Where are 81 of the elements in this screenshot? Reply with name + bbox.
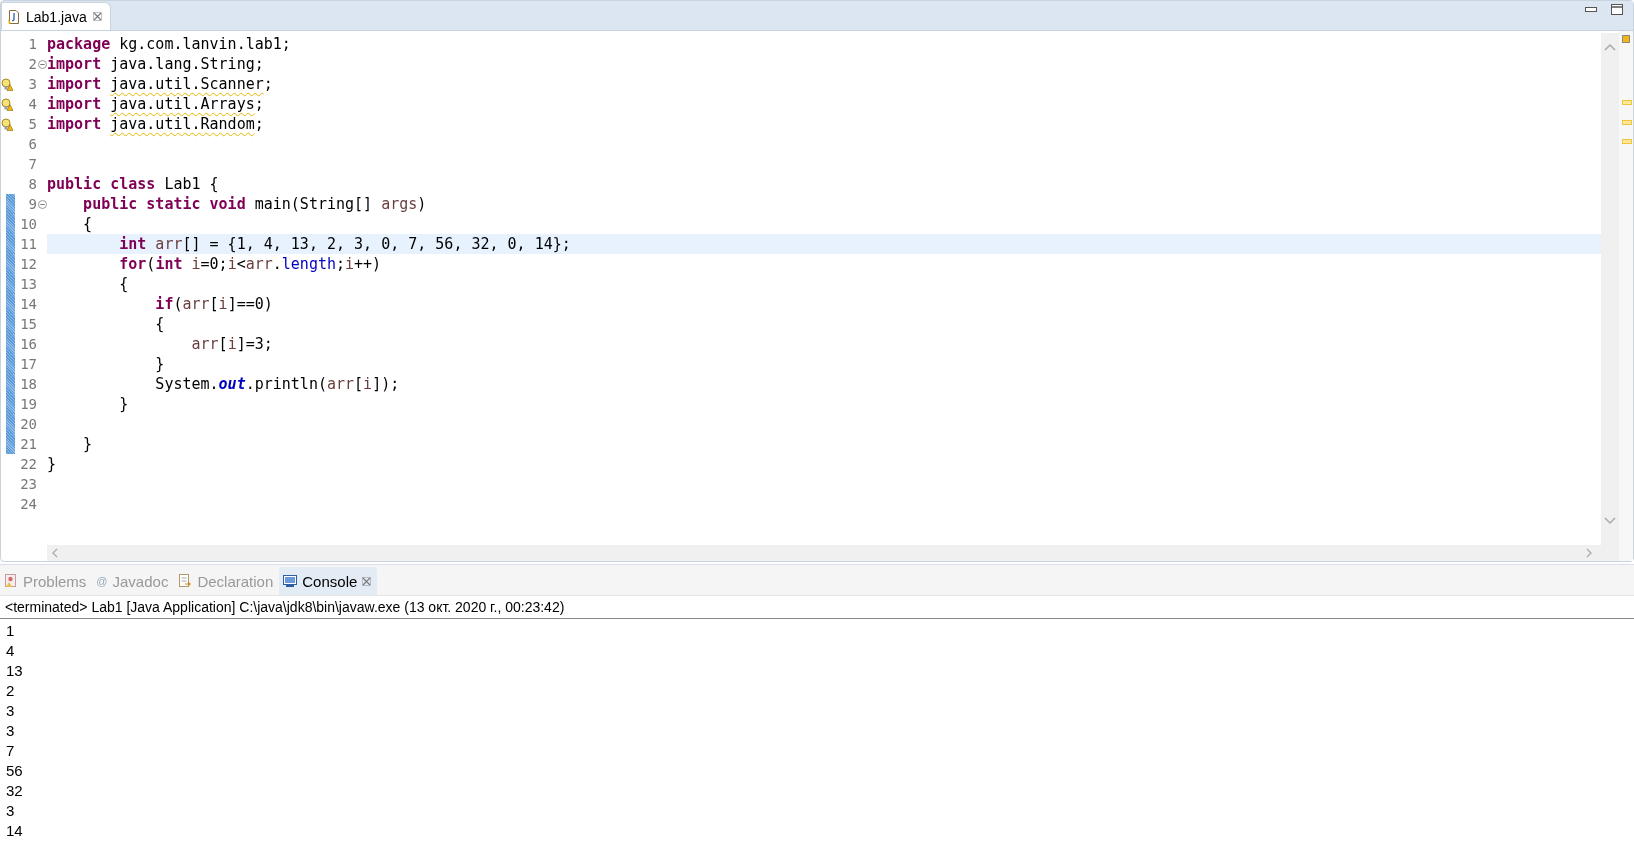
java-file-icon: [8, 9, 20, 24]
line-number: 20: [20, 416, 37, 432]
at-sign-icon: @: [96, 575, 108, 587]
tab[interactable]: Declaration: [174, 567, 280, 595]
scroll-down-icon[interactable]: [1604, 517, 1616, 525]
code-line: if(arr[i]==0): [154, 295, 273, 313]
code-line: import java.util.Random;: [47, 115, 264, 133]
console-output-line: 3: [6, 701, 16, 721]
warning-summary-icon: [1622, 35, 1630, 43]
declaration-icon: [178, 574, 193, 588]
line-number: 2: [28, 56, 37, 72]
line-number: 7: [28, 156, 37, 172]
line-number: 22: [20, 456, 37, 472]
line-number: 21: [20, 436, 37, 452]
code-line: {: [118, 275, 129, 293]
line-number: 14: [20, 296, 37, 312]
code-line: package kg.com.lanvin.lab1;: [47, 35, 291, 53]
code-line: public static void main(String[] args): [82, 195, 427, 213]
tab[interactable]: Problems: [0, 567, 93, 595]
scroll-up-icon[interactable]: [1604, 43, 1616, 51]
code-line: }: [118, 395, 129, 413]
line-number: 15: [20, 316, 37, 332]
vertical-scrollbar[interactable]: [1601, 33, 1619, 561]
line-number: 9: [28, 196, 37, 212]
line-number: 19: [20, 396, 37, 412]
line-number: 11: [20, 236, 37, 252]
code-line: for(int i=0;i<arr.length;i++): [118, 255, 382, 273]
horizontal-scrollbar[interactable]: [47, 545, 1601, 561]
minimize-icon[interactable]: [1585, 6, 1597, 13]
maximize-icon[interactable]: [1611, 4, 1623, 15]
console-output-line: 13: [6, 661, 24, 681]
console-header: <terminated> Lab1 [Java Application] C:\java\jdk8\bin\javaw.exe (13 окт. 2020 г., 00:23:42): [0, 596, 1634, 619]
line-number: 17: [20, 356, 37, 372]
code-line: }: [47, 455, 57, 473]
line-number: 8: [28, 176, 37, 192]
tab[interactable]: Lab1.java: [1, 2, 111, 30]
close-icon[interactable]: [92, 12, 102, 21]
code-line: int arr[] = {1, 4, 13, 2, 3, 0, 7, 56, 32, 0, 14};: [118, 235, 571, 253]
line-number: 3: [28, 76, 37, 92]
collapse-icon[interactable]: [37, 199, 47, 209]
console-output-line: 7: [6, 741, 16, 761]
console-output-line: 3: [6, 721, 16, 741]
line-number: 10: [20, 216, 37, 232]
problems-icon: [4, 574, 18, 588]
code-line: import java.lang.String;: [47, 55, 264, 73]
line-number: 23: [20, 476, 37, 492]
line-number: 6: [28, 136, 37, 152]
collapse-icon[interactable]: [37, 59, 47, 69]
code-line: {: [82, 215, 93, 233]
code-line: }: [154, 355, 165, 373]
console-output-line: 32: [6, 781, 24, 801]
close-icon[interactable]: [362, 576, 372, 586]
line-number: 16: [20, 336, 37, 352]
console-output-line: 56: [6, 761, 24, 781]
line-number: 12: [20, 256, 37, 272]
scroll-left-icon[interactable]: [51, 548, 59, 558]
line-number: 13: [20, 276, 37, 292]
code-line: {: [154, 315, 165, 333]
code-line: System.out.println(arr[i]);: [154, 375, 400, 393]
console-output-line: 14: [6, 821, 24, 841]
line-number: 18: [20, 376, 37, 392]
code-line: }: [82, 435, 93, 453]
console-output-line: 4: [6, 641, 16, 661]
scroll-right-icon[interactable]: [1585, 548, 1593, 558]
code-line: import java.util.Arrays;: [47, 95, 264, 113]
line-number: 4: [28, 96, 37, 112]
code-line: arr[i]=3;: [190, 335, 273, 353]
warning-marker: [1622, 139, 1632, 145]
warning-marker: [1622, 99, 1632, 105]
console-output-line: 3: [6, 801, 16, 821]
line-number: 24: [20, 496, 37, 512]
line-number: 1: [28, 36, 37, 52]
tab[interactable]: Console: [279, 567, 378, 595]
code-line: public class Lab1 {: [47, 175, 219, 193]
tab[interactable]: @ Javadoc: [92, 567, 175, 595]
warning-marker: [1622, 119, 1632, 125]
console-icon: [283, 574, 298, 588]
console-output-line: 1: [6, 621, 16, 641]
line-number: 5: [28, 116, 37, 132]
console-output-line: 2: [6, 681, 16, 701]
code-line: import java.util.Scanner;: [47, 75, 273, 93]
